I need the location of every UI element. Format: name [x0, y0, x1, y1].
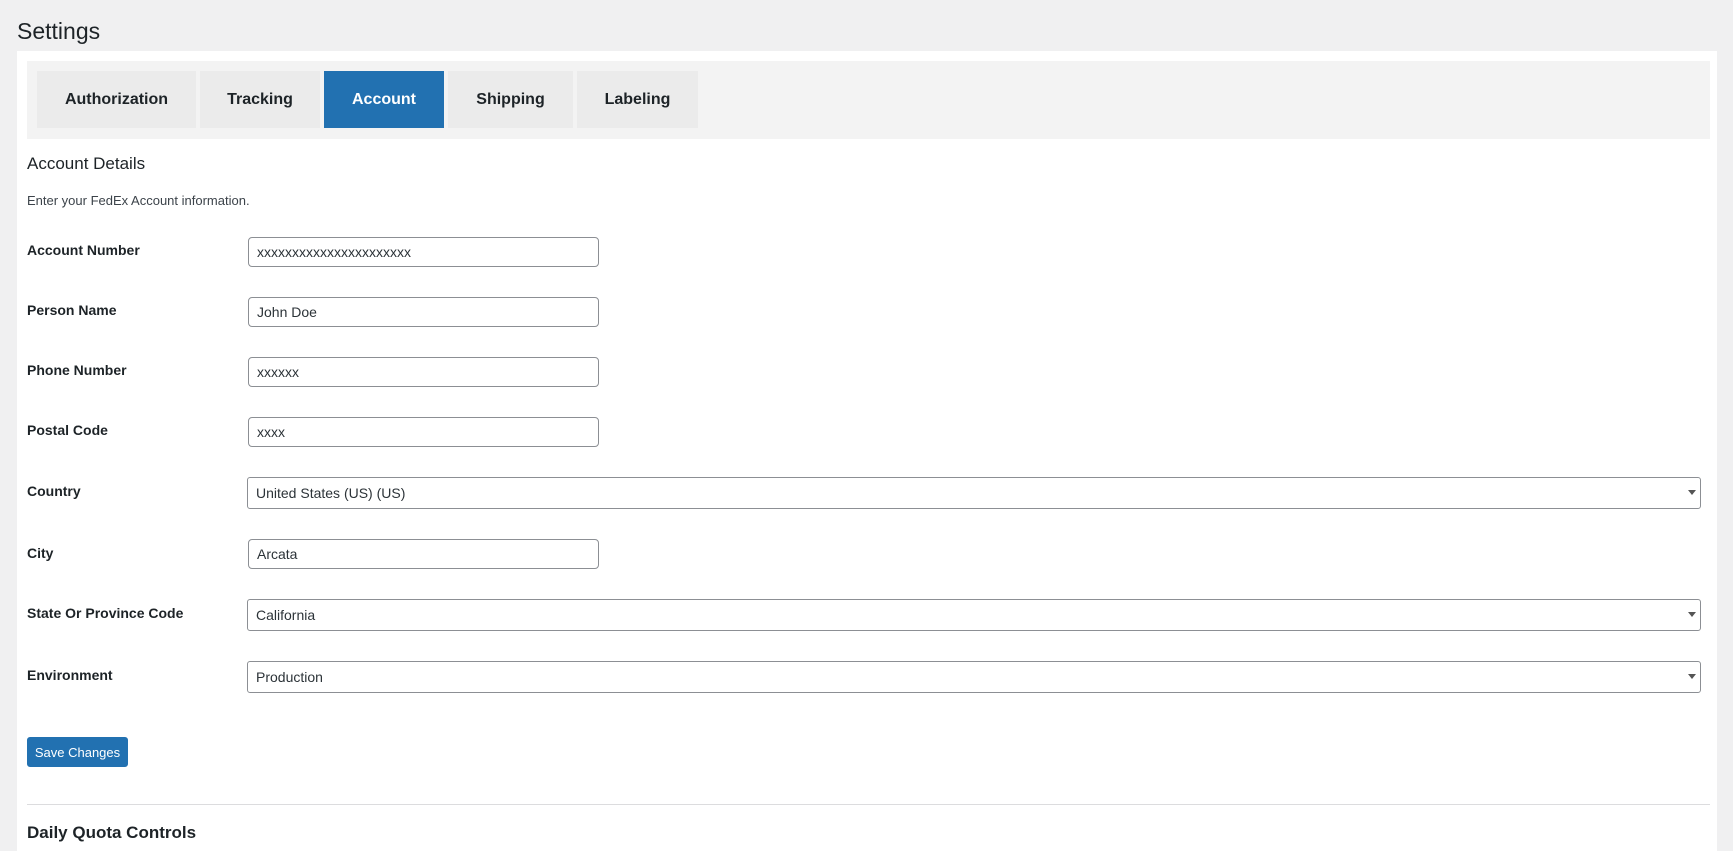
- state-select[interactable]: California: [247, 599, 1701, 631]
- person-name-label: Person Name: [27, 302, 117, 318]
- caret-down-icon: [1688, 612, 1696, 617]
- country-select[interactable]: United States (US) (US): [247, 477, 1701, 509]
- postal-code-label: Postal Code: [27, 422, 108, 438]
- page-title: Settings: [17, 18, 101, 44]
- country-select-value: United States (US) (US): [256, 485, 406, 501]
- tab-authorization[interactable]: Authorization: [37, 71, 196, 128]
- state-select-value: California: [256, 607, 316, 623]
- person-name-input[interactable]: [248, 297, 599, 327]
- environment-select[interactable]: Production: [247, 661, 1701, 693]
- settings-tab-bar: Authorization Tracking Account Shipping …: [27, 61, 1710, 139]
- section-description: Enter your FedEx Account information.: [27, 193, 250, 208]
- postal-code-input[interactable]: [248, 417, 599, 447]
- phone-number-input[interactable]: [248, 357, 599, 387]
- country-label: Country: [27, 483, 81, 499]
- tab-labeling[interactable]: Labeling: [577, 71, 698, 128]
- tab-account[interactable]: Account: [324, 71, 444, 128]
- settings-panel: Authorization Tracking Account Shipping …: [17, 51, 1717, 851]
- caret-down-icon: [1688, 674, 1696, 679]
- city-label: City: [27, 545, 54, 561]
- phone-number-label: Phone Number: [27, 362, 127, 378]
- city-input[interactable]: [248, 539, 599, 569]
- save-changes-button[interactable]: Save Changes: [27, 737, 128, 767]
- daily-quota-heading: Daily Quota Controls: [27, 823, 197, 842]
- account-number-input[interactable]: [248, 237, 599, 267]
- environment-select-value: Production: [256, 669, 323, 685]
- tab-tracking[interactable]: Tracking: [200, 71, 320, 128]
- state-label: State Or Province Code: [27, 605, 184, 621]
- section-divider: [27, 804, 1710, 805]
- environment-label: Environment: [27, 667, 113, 683]
- tab-shipping[interactable]: Shipping: [448, 71, 573, 128]
- account-number-label: Account Number: [27, 242, 140, 258]
- section-title: Account Details: [27, 154, 146, 173]
- caret-down-icon: [1688, 490, 1696, 495]
